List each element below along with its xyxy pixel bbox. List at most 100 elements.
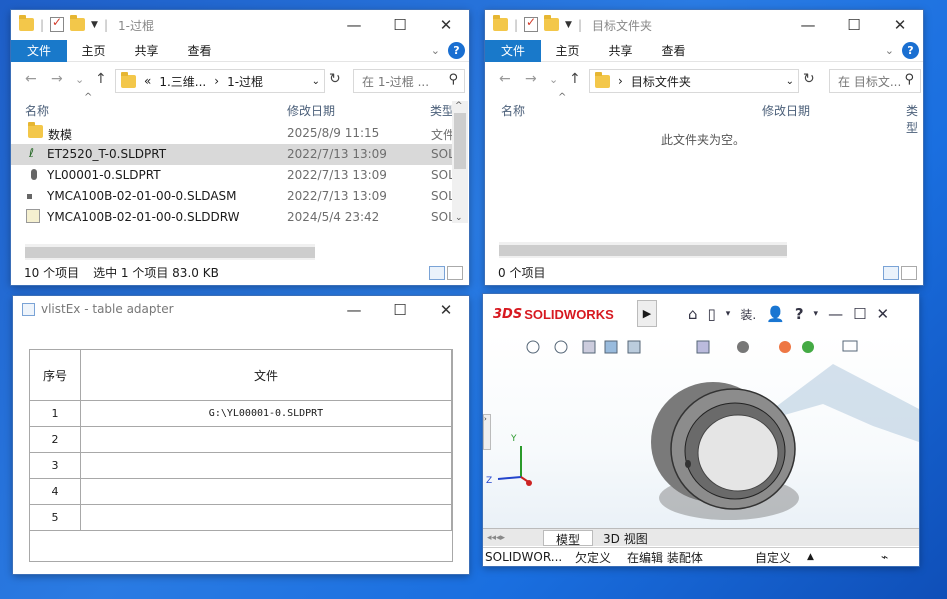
details-view-icon[interactable] [429, 266, 445, 280]
tab-view[interactable]: 查看 [173, 42, 226, 59]
assembly-menu[interactable]: 装. [740, 306, 756, 323]
chevron-down-icon[interactable]: ⌄ [786, 76, 794, 87]
list-item[interactable]: 数模 2025/8/9 11:15 文件 [11, 122, 469, 144]
tab-share[interactable]: 共享 [120, 42, 173, 59]
scroll-thumb[interactable] [25, 247, 315, 258]
vertical-scrollbar[interactable]: ^ ⌄ [452, 101, 468, 223]
breadcrumb-item[interactable]: 1-过棍 [227, 73, 263, 90]
tab-view[interactable]: 查看 [647, 42, 700, 59]
help-icon[interactable]: ? [795, 305, 804, 323]
search-input[interactable]: 在 目标文... ⚲ [829, 69, 921, 93]
refresh-icon[interactable]: ↻ [329, 71, 341, 87]
new-document-icon[interactable]: ▯ [708, 305, 716, 323]
appearance-icon[interactable] [779, 341, 791, 353]
chevron-down-icon[interactable]: ▼ [91, 20, 98, 30]
forward-arrow-icon[interactable]: → [51, 71, 63, 87]
column-name[interactable]: 名称 [25, 102, 49, 119]
chevron-down-icon[interactable]: ▼ [565, 20, 572, 30]
help-icon[interactable]: ? [448, 42, 465, 59]
column-date[interactable]: 修改日期 [762, 102, 810, 119]
details-view-icon[interactable] [883, 266, 899, 280]
list-item[interactable]: ℓ ET2520_T-0.SLDPRT 2022/7/13 13:09 SOL [11, 144, 455, 165]
tab-file[interactable]: 文件 [485, 39, 541, 62]
chevron-down-icon[interactable]: ▾ [726, 309, 731, 319]
chevron-down-icon[interactable]: ⌄ [312, 76, 320, 87]
tab-3d-view[interactable]: 3D 视图 [593, 530, 658, 546]
address-bar[interactable]: › 目标文件夹 ⌄ [589, 69, 799, 93]
tab-scroll-arrows[interactable]: ◂◂◂▸ [483, 533, 543, 543]
table-row[interactable]: 1 G:\YL00001-0.SLDPRT [29, 400, 452, 427]
up-arrow-icon[interactable]: ↑ [95, 71, 107, 87]
breadcrumb-item[interactable]: 目标文件夹 [631, 73, 691, 90]
table-row[interactable]: 2 [29, 426, 452, 453]
breadcrumb-overflow[interactable]: « [144, 74, 151, 88]
minimize-button[interactable]: — [828, 305, 843, 323]
list-item[interactable]: YL00001-0.SLDPRT 2022/7/13 13:09 SOL [11, 165, 469, 186]
zoom-area-icon[interactable] [554, 340, 568, 354]
close-button[interactable]: ✕ [423, 10, 469, 40]
title-bar[interactable]: | ▼ | 目标文件夹 — ☐ ✕ [485, 10, 923, 40]
title-bar[interactable]: vlistEx - table adapter — ☐ ✕ [13, 296, 469, 324]
horizontal-scrollbar[interactable] [25, 244, 315, 260]
search-input[interactable]: 在 1-过棍 ... ⚲ [353, 69, 465, 93]
display-style-icon[interactable] [737, 341, 749, 353]
chevron-down-icon[interactable]: ⌄ [431, 44, 440, 57]
chevron-up-icon[interactable]: ▲ [807, 552, 814, 562]
maximize-button[interactable]: ☐ [853, 305, 866, 323]
scroll-thumb[interactable] [454, 113, 466, 169]
scroll-up-icon[interactable]: ^ [455, 101, 463, 111]
monitor-icon[interactable] [842, 340, 858, 352]
tab-share[interactable]: 共享 [594, 42, 647, 59]
column-date[interactable]: 修改日期 [287, 102, 335, 119]
previous-view-icon[interactable] [582, 340, 596, 354]
table-row[interactable]: 4 [29, 478, 452, 505]
up-arrow-icon[interactable]: ↑ [569, 71, 581, 87]
table-row[interactable]: 5 [29, 504, 452, 531]
new-folder-icon[interactable] [544, 15, 560, 31]
scroll-down-icon[interactable]: ⌄ [455, 213, 463, 223]
refresh-icon[interactable]: ↻ [803, 71, 815, 87]
column-file[interactable]: 文件 [80, 349, 452, 401]
properties-icon[interactable] [50, 15, 65, 32]
maximize-button[interactable]: ☐ [831, 10, 877, 40]
rebuild-icon[interactable]: ⌁ [881, 550, 888, 564]
feature-manager-toggle[interactable]: › [483, 414, 491, 450]
status-units[interactable]: 自定义 [755, 549, 791, 566]
breadcrumb-separator[interactable]: › [214, 74, 219, 88]
dynamic-annotation-icon[interactable] [627, 340, 641, 354]
list-item[interactable]: YMCA100B-02-01-00-0.SLDDRW 2024/5/4 23:4… [11, 207, 469, 228]
new-folder-icon[interactable] [70, 15, 86, 31]
list-item[interactable]: YMCA100B-02-01-00-0.SLDASM 2022/7/13 13:… [11, 186, 469, 207]
large-icons-view-icon[interactable] [447, 266, 463, 280]
column-type[interactable]: 类型 [430, 102, 454, 119]
graphics-area[interactable]: Y Z › [483, 334, 919, 528]
help-icon[interactable]: ? [902, 42, 919, 59]
close-button[interactable]: ✕ [877, 305, 890, 323]
column-index[interactable]: 序号 [29, 349, 81, 401]
section-view-icon[interactable] [604, 340, 618, 354]
table-row[interactable]: 3 [29, 452, 452, 479]
view-orientation-icon[interactable] [696, 340, 710, 354]
maximize-button[interactable]: ☐ [377, 296, 423, 324]
back-arrow-icon[interactable]: ← [499, 71, 511, 87]
large-icons-view-icon[interactable] [901, 266, 917, 280]
zoom-to-fit-icon[interactable] [526, 340, 540, 354]
address-bar[interactable]: « 1.三维... › 1-过棍 ⌄ [115, 69, 325, 93]
maximize-button[interactable]: ☐ [377, 10, 423, 40]
minimize-button[interactable]: — [331, 10, 377, 40]
forward-arrow-icon[interactable]: → [525, 71, 537, 87]
chevron-down-icon[interactable]: ▾ [814, 309, 819, 319]
close-button[interactable]: ✕ [423, 296, 469, 324]
column-name[interactable]: 名称 [501, 102, 525, 119]
title-bar[interactable]: | ▼ | 1-过棍 — ☐ ✕ [11, 10, 469, 40]
tab-home[interactable]: 主页 [541, 42, 594, 59]
recent-chevron-icon[interactable]: ⌄ [549, 73, 558, 86]
back-arrow-icon[interactable]: ← [25, 71, 37, 87]
scroll-thumb[interactable] [499, 245, 787, 256]
tab-file[interactable]: 文件 [11, 39, 67, 62]
properties-icon[interactable] [524, 15, 539, 32]
minimize-button[interactable]: — [785, 10, 831, 40]
tab-home[interactable]: 主页 [67, 42, 120, 59]
solidworks-logo[interactable]: 3DS SOLIDWORKS [493, 302, 635, 326]
user-icon[interactable]: 👤 [766, 305, 785, 323]
